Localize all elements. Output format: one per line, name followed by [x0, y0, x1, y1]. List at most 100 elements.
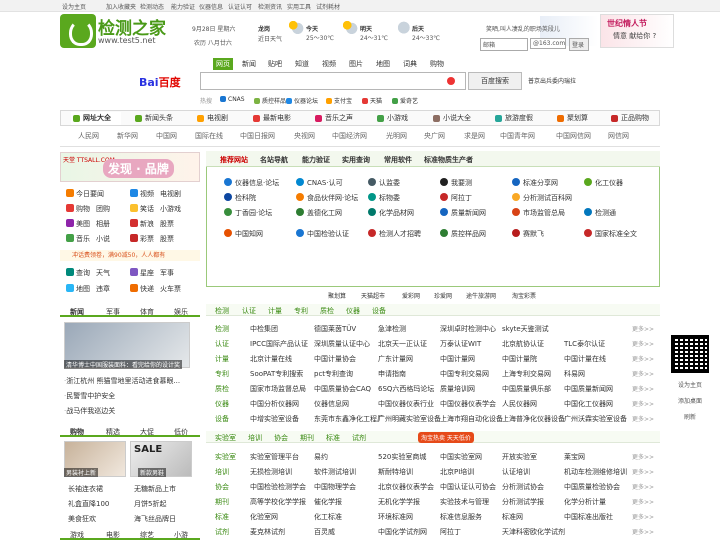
dir-link[interactable]: 中国质量协会CAQ	[314, 384, 371, 394]
dir-link[interactable]: 深圳质量认证中心	[314, 339, 370, 349]
dir-link[interactable]: 中国化学试剂网	[378, 527, 427, 537]
dir-link[interactable]: 中国分析仪器网	[250, 399, 299, 409]
nav-sub-link[interactable]: 央视网	[294, 131, 315, 141]
nav-item[interactable]: 旅游度假	[493, 112, 533, 125]
dir-tag[interactable]: 期刊	[300, 433, 314, 443]
dir-tag[interactable]: 认证	[242, 306, 256, 316]
news-item[interactable]: 民警雪中护安全	[64, 391, 115, 401]
dir-link[interactable]: 上海普净化仪器设备	[502, 414, 565, 424]
site-link[interactable]: 分析测试百科网	[512, 193, 572, 203]
dir-link[interactable]: 深圳卓时检测中心	[440, 324, 496, 334]
dir-link[interactable]: 化学分析计量	[564, 497, 606, 507]
baidu-tab-map[interactable]: 地图	[376, 59, 390, 69]
hot-item[interactable]: 支付宝	[326, 96, 352, 105]
dir-link[interactable]: 北京计量在线	[250, 354, 292, 364]
dir-link[interactable]: 麦克林试剂	[250, 527, 285, 537]
more-link[interactable]: 更多>>	[632, 324, 654, 333]
dir-link[interactable]: 无损检测培训	[250, 467, 292, 477]
side-ad-banner[interactable]: 天堂 TTSALL.COM 发现 · 品牌	[60, 152, 200, 182]
dir-link[interactable]: 北京天一正认证	[378, 339, 427, 349]
dir-link[interactable]: 中国专利交易网	[440, 369, 489, 379]
dir-link[interactable]: 无机化学学报	[378, 497, 420, 507]
site-link[interactable]: 标物委	[368, 193, 400, 203]
dir-tag[interactable]: 仪器	[346, 306, 360, 316]
tab-recommended[interactable]: 推荐网站	[220, 155, 248, 165]
tab-news[interactable]: 新闻	[70, 307, 84, 317]
dir-link[interactable]: 中检集团	[250, 324, 278, 334]
dir-link[interactable]: TLC泰尔认证	[564, 339, 605, 349]
dir-link[interactable]: 国家市场监督总局	[250, 384, 306, 394]
dir-link[interactable]: 实验室管理平台	[250, 452, 299, 462]
add-desktop-button[interactable]: 添加桌面	[671, 396, 709, 405]
dir-link[interactable]: 中国质量俱乐部	[502, 384, 551, 394]
shop-item[interactable]: 月饼5折起	[134, 499, 166, 509]
more-link[interactable]: 更多>>	[632, 527, 654, 536]
side-link[interactable]: 音乐	[66, 234, 90, 244]
more-link[interactable]: 更多>>	[632, 384, 654, 393]
side-link[interactable]: 彩票	[130, 234, 154, 244]
dir-link[interactable]: 中国计量院	[502, 354, 537, 364]
quick-link[interactable]: 淘宝彩票	[512, 291, 536, 300]
dir-link[interactable]: 6SQ六西格玛论坛	[378, 384, 434, 394]
more-link[interactable]: 更多>>	[632, 452, 654, 461]
more-link[interactable]: 更多>>	[632, 512, 654, 521]
logo-icon[interactable]	[60, 14, 96, 48]
nav-sub-link[interactable]: 中国经济网	[332, 131, 367, 141]
side-link[interactable]: 团购	[96, 204, 110, 214]
dir-link[interactable]: 莱宝网	[564, 452, 585, 462]
nav-item[interactable]: 新闻头条	[133, 112, 173, 125]
side-link[interactable]: 快递	[130, 284, 154, 294]
dir-link[interactable]: 质量培训网	[440, 384, 475, 394]
nav-sub-link[interactable]: 求是网	[464, 131, 485, 141]
dir-tag[interactable]: 专利	[294, 306, 308, 316]
site-link[interactable]: 仪器信息·论坛	[224, 178, 279, 188]
dir-row-heading[interactable]: 仪器	[215, 399, 229, 409]
hot-item[interactable]: 天猫	[362, 96, 382, 105]
nav-item[interactable]: 小游戏	[375, 112, 408, 125]
dir-link[interactable]: 实验技术与管理	[440, 497, 489, 507]
dir-link[interactable]: 520实验室商城	[378, 452, 426, 462]
dir-link[interactable]: 中国质量检验协会	[564, 482, 620, 492]
dir-link[interactable]: 分析测试学报	[502, 497, 544, 507]
hot-item[interactable]: 质控样品	[254, 96, 286, 105]
shop-caption-1[interactable]: 男装衬上新	[64, 468, 99, 477]
dir-row-heading[interactable]: 质检	[215, 384, 229, 394]
site-link[interactable]: CNAS·认可	[296, 178, 343, 188]
dir-link[interactable]: 中国认证认可协会	[440, 482, 496, 492]
dir-link[interactable]: 科易网	[564, 369, 585, 379]
dir-link[interactable]: 广州明藏实验室设备	[378, 414, 441, 424]
site-link[interactable]: 质控样品网	[440, 229, 486, 239]
nav-sub-link[interactable]: 中国日报网	[240, 131, 275, 141]
dir-link[interactable]: 德国莱茵TÜV	[314, 324, 356, 334]
nav-item[interactable]: 聚划算	[555, 112, 588, 125]
quick-link[interactable]: 聚划算	[328, 291, 346, 300]
nav-sub-link[interactable]: 国际在线	[195, 131, 223, 141]
dir-tag[interactable]: 设备	[372, 306, 386, 316]
more-link[interactable]: 更多>>	[632, 467, 654, 476]
side-link[interactable]: 美图	[66, 219, 90, 229]
nav-sub-link[interactable]: 中国网	[156, 131, 177, 141]
side-link[interactable]: 股票	[160, 234, 174, 244]
top-link[interactable]: 试剂耗材	[316, 2, 340, 11]
ad-text-link[interactable]: 笑晒,叫人凄乱的职场英段儿	[486, 24, 560, 33]
dir-row-heading[interactable]: 培训	[215, 467, 229, 477]
dir-tag[interactable]: 标准	[326, 433, 340, 443]
side-link[interactable]: 电视剧	[160, 189, 181, 199]
taobao-hot-badge[interactable]: 淘宝热卖 天天低价	[418, 432, 474, 443]
dir-link[interactable]: 百灵威	[314, 527, 335, 537]
news-item[interactable]: 浙江杭州 熊猫雪地里活动进食慕眼...	[64, 376, 180, 386]
site-link[interactable]: 阿拉丁	[440, 193, 472, 203]
more-link[interactable]: 更多>>	[632, 482, 654, 491]
top-link[interactable]: 检测资讯	[258, 2, 282, 11]
tab-proficiency[interactable]: 能力验证	[302, 155, 330, 165]
dir-link[interactable]: 中国计量在线	[564, 354, 606, 364]
dir-link[interactable]: 仪器信息网	[314, 399, 349, 409]
more-link[interactable]: 更多>>	[632, 399, 654, 408]
tab-minigame[interactable]: 小游	[174, 530, 188, 540]
dir-row-heading[interactable]: 认证	[215, 339, 229, 349]
hot-item[interactable]: CNAS	[220, 96, 245, 103]
nav-sub-link[interactable]: 中国青年网	[500, 131, 535, 141]
dir-link[interactable]: 斯耐特培训	[378, 467, 413, 477]
dir-link[interactable]: 机动车检测维修培训	[564, 467, 627, 477]
dir-link[interactable]: 易约	[314, 452, 328, 462]
